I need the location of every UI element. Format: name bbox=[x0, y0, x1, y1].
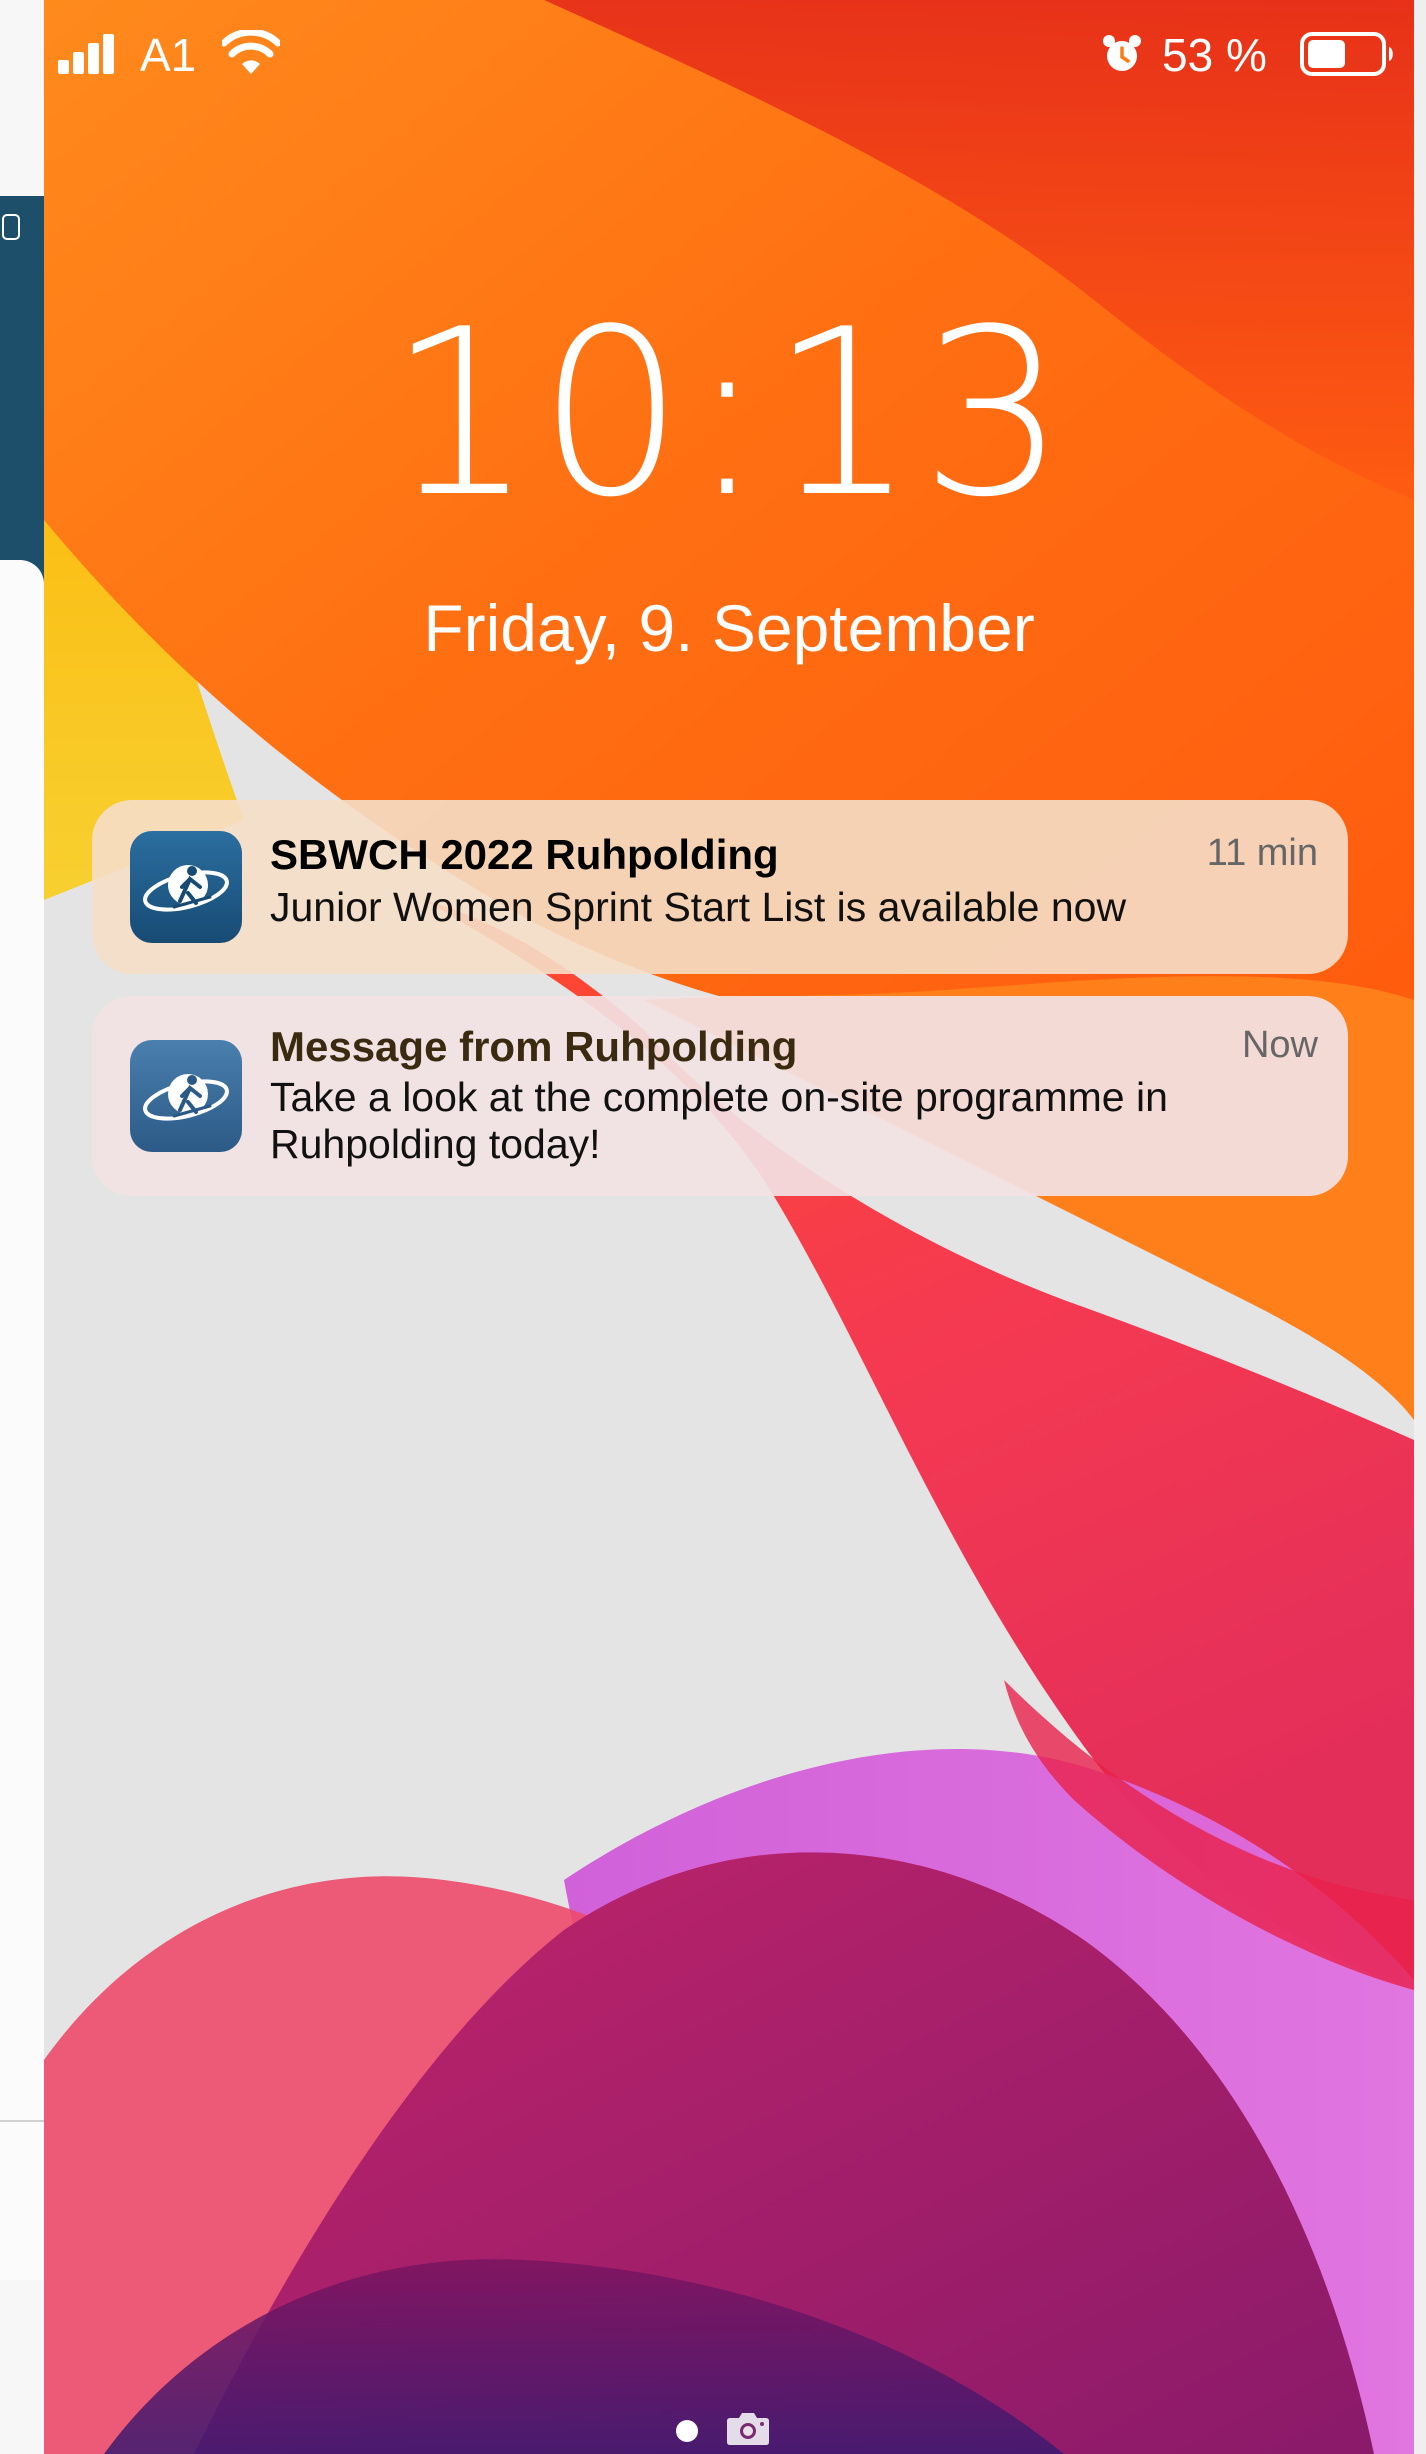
notification-time: 11 min bbox=[1206, 832, 1318, 874]
biathlon-app-icon bbox=[130, 831, 242, 943]
notification-body: Junior Women Sprint Start List is availa… bbox=[270, 884, 1127, 930]
notification-card[interactable]: SBWCH 2022 Ruhpolding 11 min Junior Wome… bbox=[92, 800, 1348, 974]
background-app-header bbox=[0, 196, 44, 600]
carrier-name: A1 bbox=[140, 29, 197, 81]
lock-screen-time: 10:13 bbox=[387, 281, 1071, 548]
background-divider bbox=[0, 2120, 44, 2122]
page-indicator-dot bbox=[676, 2420, 698, 2442]
notification-card[interactable]: Message from Ruhpolding Now Take a look … bbox=[92, 996, 1348, 1196]
background-app-sheet bbox=[0, 560, 44, 2280]
alarm-icon bbox=[1103, 35, 1141, 71]
notification-title: Message from Ruhpolding bbox=[270, 1023, 798, 1070]
notification-title: SBWCH 2022 Ruhpolding bbox=[270, 831, 779, 878]
background-app-sliver bbox=[0, 0, 44, 2454]
biathlon-app-icon bbox=[130, 1040, 242, 1152]
screenshot: A1 53 % 10:13 Friday, 9. September SBWCH… bbox=[0, 0, 1426, 2454]
lock-screen-date: Friday, 9. September bbox=[423, 591, 1035, 665]
notification-time: Now bbox=[1241, 1024, 1318, 1066]
battery-percentage: 53 % bbox=[1162, 29, 1267, 81]
status-bar: A1 53 % bbox=[44, 0, 1414, 110]
notification-body: Take a look at the complete on-site prog… bbox=[270, 1074, 1168, 1167]
wifi-icon bbox=[222, 30, 280, 74]
lock-screen: A1 53 % 10:13 Friday, 9. September SBWCH… bbox=[44, 0, 1414, 2454]
camera-icon[interactable] bbox=[726, 2410, 770, 2446]
signal-icon bbox=[58, 34, 114, 74]
battery-icon bbox=[1300, 32, 1393, 76]
background-battery-icon bbox=[2, 214, 20, 240]
